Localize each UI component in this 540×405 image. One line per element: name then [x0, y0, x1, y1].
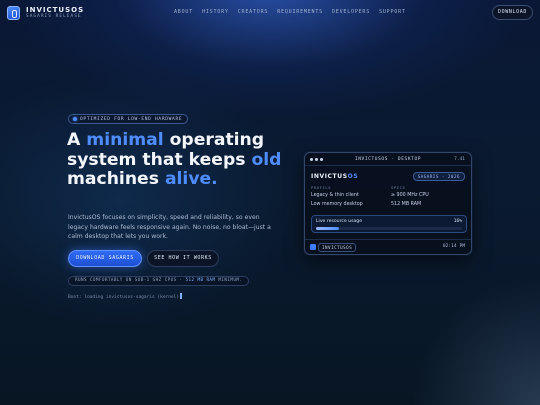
specs-header: SPECS: [391, 185, 406, 190]
headline-accent-minimal: minimal: [86, 130, 164, 150]
nav-history[interactable]: HISTORY: [202, 9, 229, 15]
brand-name[interactable]: INVICTUSOS: [26, 6, 84, 14]
boot-text: Boot: loading invictusos-sagaris (kernel…: [68, 295, 180, 300]
invictus-logo-icon[interactable]: [7, 6, 20, 20]
nav-about[interactable]: ABOUT: [174, 9, 193, 15]
headline-accent-old: old: [251, 149, 282, 170]
boot-line: Boot: loading invictusos-sagaris (kernel…: [68, 293, 183, 300]
headline-accent-alive: alive.: [164, 169, 218, 189]
nav-creators[interactable]: CREATORS: [238, 9, 268, 15]
app-launcher-icon[interactable]: [310, 244, 316, 250]
nav-developers[interactable]: DEVELOPERS: [332, 9, 370, 15]
desktop-preview-window: INVICTUSOS · DESKTOP 7.41 INVICTUSOS SAG…: [304, 152, 472, 255]
nav-support[interactable]: SUPPORT: [379, 9, 406, 15]
header-download-button[interactable]: DOWNLOAD: [492, 5, 533, 20]
requirements-prefix: RUNS COMFORTABLY ON SUB-1 GHZ CPUS ·: [75, 278, 186, 283]
requirements-suffix: MINIMUM.: [215, 278, 243, 283]
requirements-ram: 512 MB RAM: [185, 278, 216, 283]
see-how-it-works-button[interactable]: SEE HOW IT WORKS: [147, 250, 219, 267]
spec-line: ≥ 900 MHz CPU: [391, 193, 429, 198]
status-dot-icon: [73, 117, 77, 121]
hero-description: InvictusOS focuses on simplicity, speed …: [68, 214, 271, 241]
headline-part-1: A: [67, 130, 87, 150]
usage-label: Live resource usage: [316, 219, 363, 224]
brand-subtitle: SAGARIS RELEASE: [26, 14, 82, 19]
profile-line: Legacy & thin client: [311, 193, 359, 198]
download-sagaris-button[interactable]: DOWNLOAD SAGARIS: [68, 250, 142, 267]
os-name-main: INVICTUS: [311, 173, 348, 180]
os-name: INVICTUSOS: [311, 173, 358, 180]
headline-part-3: machines: [67, 169, 165, 189]
profile-column: PROFILE Legacy & thin client Low memory …: [311, 185, 363, 209]
hero-headline: A minimal operating system that keeps ol…: [67, 130, 297, 190]
main-nav: ABOUT HISTORY CREATORS REQUIREMENTS DEVE…: [174, 9, 406, 15]
resource-usage-card: Live resource usage 16%: [311, 215, 467, 233]
hardware-badge-text: OPTIMIZED FOR LOW-END HARDWARE: [80, 116, 183, 122]
window-titlebar: INVICTUSOS · DESKTOP 7.41: [305, 153, 471, 166]
profile-header: PROFILE: [311, 185, 332, 190]
taskbar: INVICTUSOS 02:14 PM: [305, 239, 471, 254]
window-title: INVICTUSOS · DESKTOP: [354, 157, 422, 162]
usage-progress-fill: [316, 227, 340, 230]
usage-value: 16%: [453, 219, 462, 224]
text-cursor-icon: [180, 293, 183, 299]
nav-requirements[interactable]: REQUIREMENTS: [277, 9, 323, 15]
site-header: INVICTUSOS SAGARIS RELEASE ABOUT HISTORY…: [0, 0, 540, 26]
usage-progress-track: [316, 227, 462, 230]
spec-line: 512 MB RAM: [391, 201, 422, 207]
requirements-pill: RUNS COMFORTABLY ON SUB-1 GHZ CPUS · 512…: [68, 276, 250, 286]
release-badge: SAGARIS · 2026: [412, 172, 465, 181]
specs-column: SPECS ≥ 900 MHz CPU 512 MB RAM: [391, 185, 429, 209]
taskbar-app-label[interactable]: INVICTUSOS: [318, 243, 357, 252]
profile-line: Low memory desktop: [311, 201, 363, 207]
os-name-accent: OS: [347, 173, 359, 180]
window-version: 7.41: [454, 157, 465, 162]
hardware-badge: OPTIMIZED FOR LOW-END HARDWARE: [68, 114, 189, 124]
taskbar-clock: 02:14 PM: [442, 244, 465, 249]
